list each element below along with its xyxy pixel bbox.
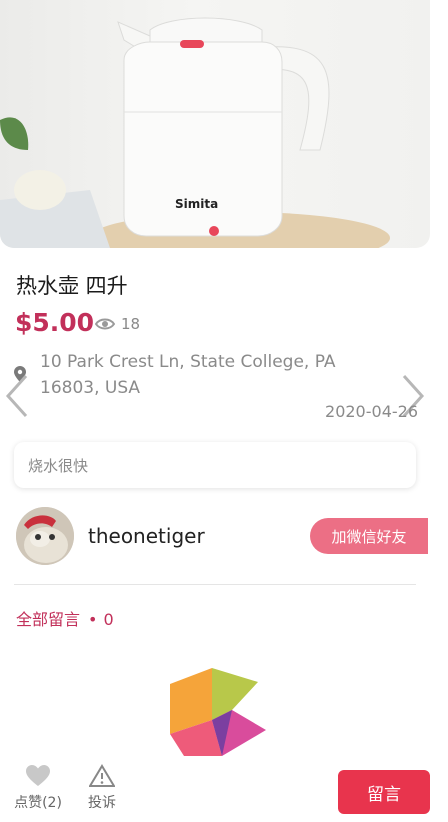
avatar-image (16, 507, 74, 565)
app-logo-icon (170, 668, 266, 756)
post-date: 2020-04-26 (325, 402, 418, 421)
leave-comment-button[interactable]: 留言 (338, 770, 430, 814)
view-count-value: 18 (121, 315, 141, 333)
comments-count: 0 (103, 610, 114, 629)
product-address: 10 Park Crest Ln, State College, PA 1680… (40, 352, 336, 398)
report-label: 投诉 (88, 795, 116, 811)
carousel-indicator[interactable] (209, 226, 219, 236)
warning-icon (89, 764, 115, 787)
comments-separator: • (88, 610, 98, 629)
like-button[interactable]: 点赞(2) (8, 764, 68, 812)
description-text: 烧水很快 (28, 456, 89, 475)
product-image[interactable]: Simita (0, 0, 430, 248)
chevron-left-icon[interactable] (2, 372, 32, 420)
description-box: 烧水很快 (14, 442, 416, 488)
heart-icon (26, 765, 50, 786)
product-title: 热水壶 四升 (16, 274, 128, 298)
seller-avatar[interactable] (16, 507, 74, 565)
product-price: $5.00 (15, 308, 95, 337)
kettle-brand-text: Simita (175, 197, 218, 211)
view-count: 18 (95, 314, 140, 334)
like-label: 点赞(2) (14, 795, 62, 811)
divider (14, 584, 416, 585)
comments-label: 全部留言 (16, 610, 81, 629)
report-button[interactable]: 投诉 (72, 764, 132, 812)
kettle-illustration: Simita (0, 17, 390, 248)
eye-icon (95, 318, 115, 330)
seller-username[interactable]: theonetiger (88, 524, 205, 548)
add-wechat-button[interactable]: 加微信好友 (310, 518, 428, 554)
comments-header: 全部留言 • 0 (16, 606, 114, 630)
